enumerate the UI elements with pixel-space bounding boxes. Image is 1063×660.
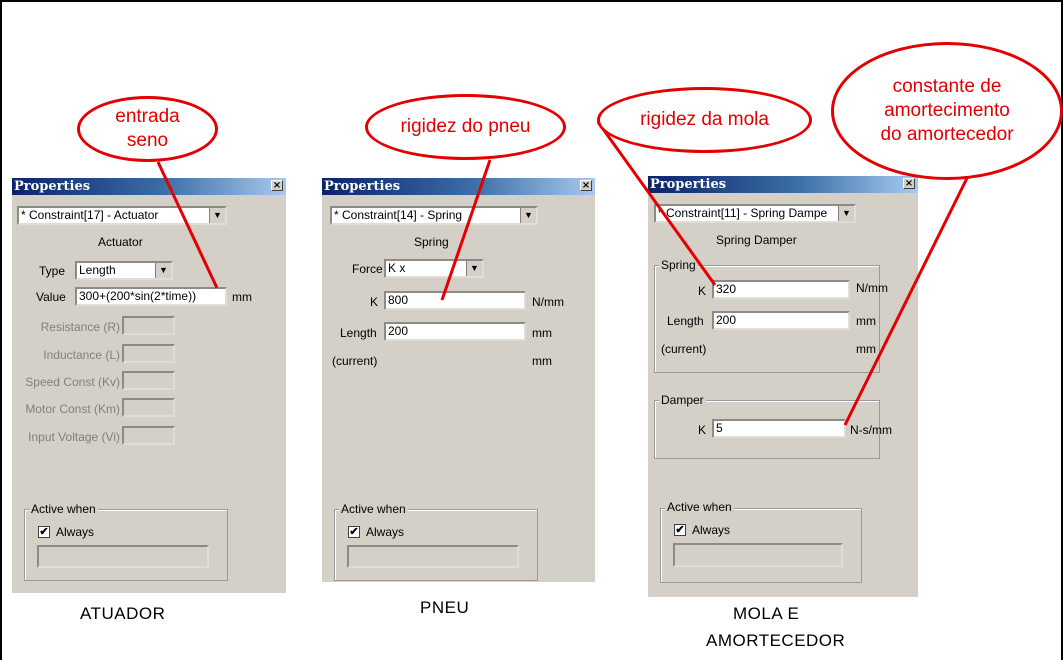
pointer-amortecimento	[843, 167, 974, 426]
callout-rigidez-mola-text: rigidez da mola	[640, 109, 769, 130]
pointer-entrada-seno	[156, 161, 219, 289]
callout-rigidez-pneu: rigidez do pneu	[365, 94, 566, 160]
callout-amortecimento: constante de amortecimento do amortecedo…	[831, 42, 1063, 180]
callout-entrada-seno: entrada seno	[77, 96, 218, 162]
callout-rigidez-mola: rigidez da mola	[597, 87, 812, 153]
pointer-rigidez-pneu	[440, 159, 492, 301]
callout-entrada-text: entrada seno	[115, 106, 180, 151]
callout-amortecimento-text: constante de amortecimento do amortecedo…	[880, 76, 1014, 145]
callout-rigidez-pneu-text: rigidez do pneu	[400, 116, 531, 137]
